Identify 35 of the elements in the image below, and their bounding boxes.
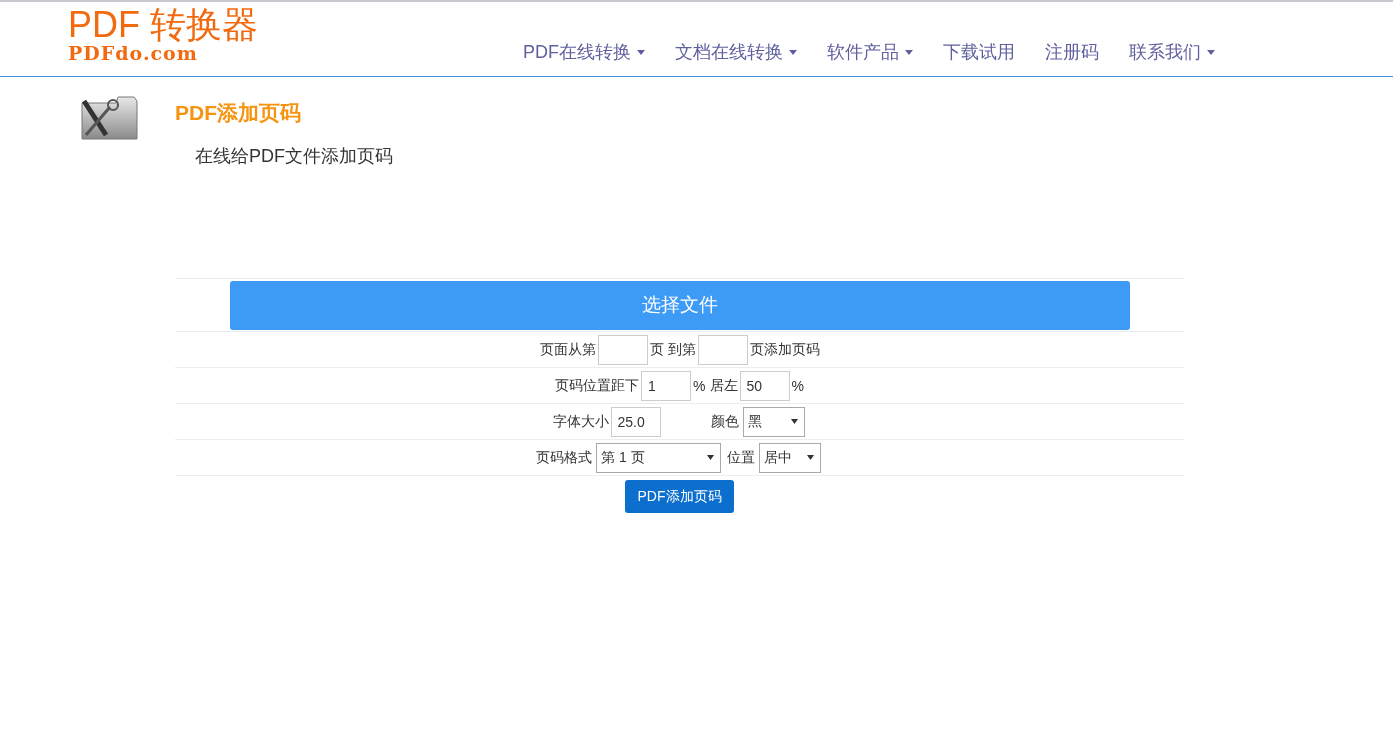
field-label: 页码格式 xyxy=(536,448,592,467)
logo-subtitle: PDFdo.com xyxy=(68,44,199,62)
input-field[interactable]: 1 xyxy=(641,370,692,401)
field-label: 字体大小 xyxy=(552,412,609,431)
field-label: 位置 xyxy=(727,448,755,467)
nav-link[interactable]: 软件产品 xyxy=(812,40,928,64)
tool-description: 在线给PDF文件添加页码 xyxy=(195,145,393,168)
nav-link[interactable]: PDF在线转换 xyxy=(508,40,660,64)
nav-link[interactable]: 注册码 xyxy=(1030,40,1114,64)
field-label: 居左 xyxy=(709,376,738,395)
field-label: 页 xyxy=(649,340,664,359)
dropdown-field[interactable]: 第 1 页 xyxy=(596,442,721,473)
add-page-numbers-button[interactable]: PDF添加页码 xyxy=(625,480,734,513)
nav-link[interactable]: 下载试用 xyxy=(928,40,1030,64)
dropdown-field[interactable]: 黑 xyxy=(742,406,805,437)
dropdown-arrow-icon xyxy=(707,455,714,460)
logo-title: PDF 转换器 xyxy=(68,6,259,44)
dropdown-field[interactable]: 居中 xyxy=(759,442,821,473)
field-label: 页面从第 xyxy=(539,340,596,359)
field-label: % xyxy=(791,377,804,394)
input-field[interactable] xyxy=(597,334,648,365)
tool-title: PDF添加页码 xyxy=(175,100,302,126)
nav-link[interactable]: 联系我们 xyxy=(1114,40,1230,64)
field-label: % xyxy=(693,377,706,394)
field-label: 到第 xyxy=(667,340,696,359)
field-label: 颜色 xyxy=(710,412,739,431)
nav-link[interactable]: 文档在线转换 xyxy=(660,40,812,64)
dropdown-arrow-icon xyxy=(790,419,798,424)
input-field[interactable]: 50 xyxy=(739,370,790,401)
field-label: 页添加页码 xyxy=(749,340,820,359)
field-label: 页码位置距下 xyxy=(555,376,640,395)
dropdown-arrow-icon xyxy=(807,455,814,460)
input-field[interactable] xyxy=(697,334,748,365)
folder-tools-icon xyxy=(80,95,138,141)
input-field[interactable]: 25.0 xyxy=(610,406,661,437)
